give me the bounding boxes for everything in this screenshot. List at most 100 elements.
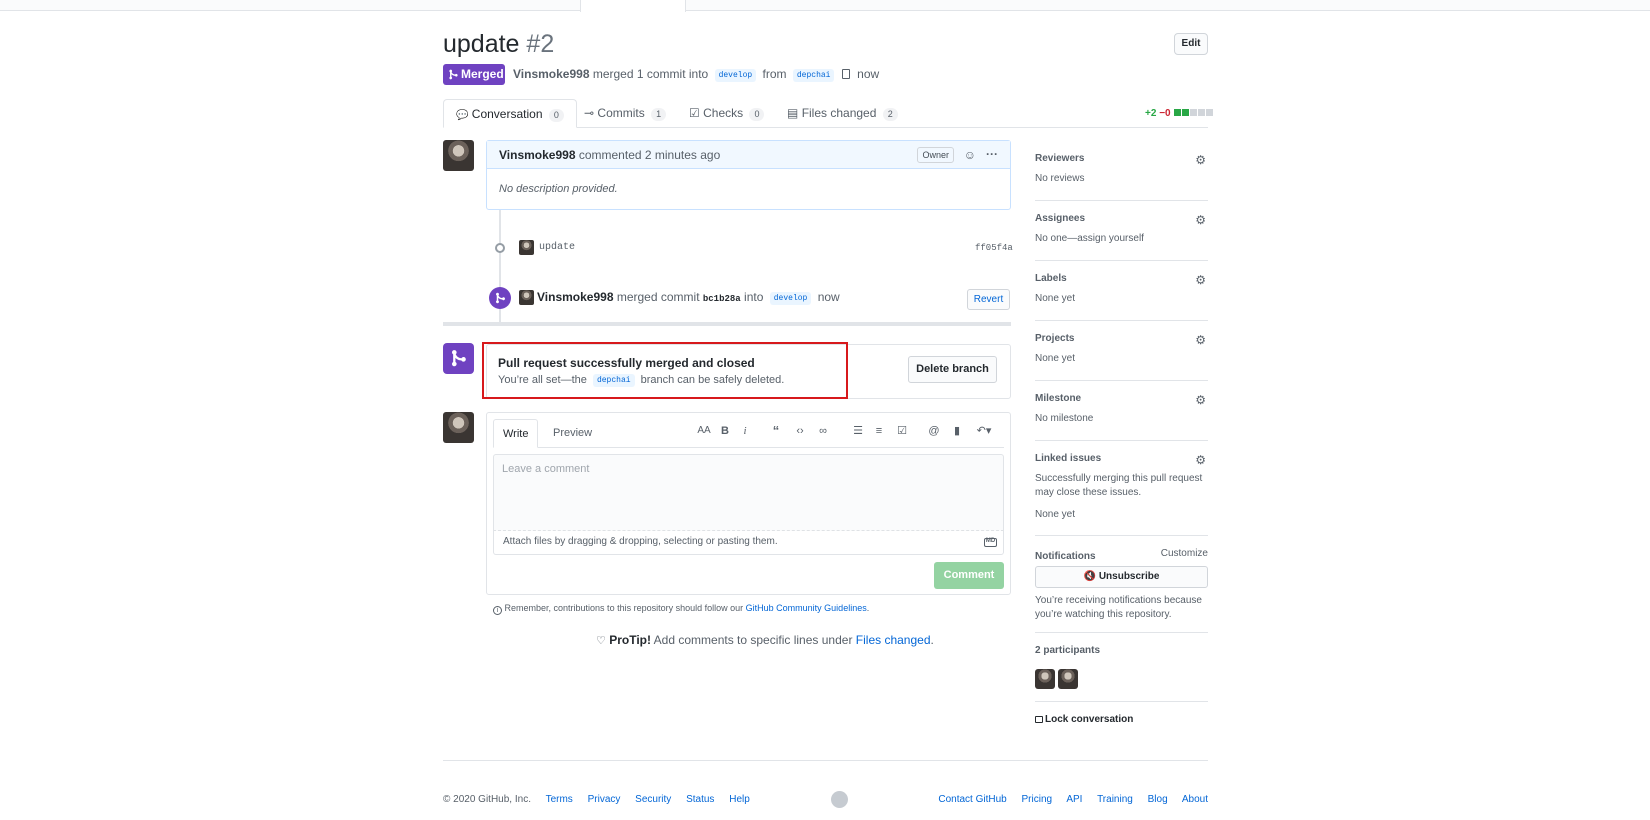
avatar[interactable] bbox=[519, 290, 534, 305]
merge-text: into bbox=[744, 290, 764, 304]
customize-link[interactable]: Customize bbox=[1161, 548, 1208, 559]
highlight-box bbox=[482, 342, 848, 399]
avatar[interactable] bbox=[519, 240, 534, 255]
sidebar-linked-issues[interactable]: Linked issues ⚙ Successfully merging thi… bbox=[1035, 453, 1208, 536]
tab-counter: 2 bbox=[882, 108, 898, 121]
sidebar-assignees[interactable]: Assignees ⚙ No one—assign yourself bbox=[1035, 213, 1208, 261]
footer-link-contact[interactable]: Contact GitHub bbox=[938, 794, 1006, 805]
footer-link-terms[interactable]: Terms bbox=[546, 794, 573, 805]
merge-text: merged commit bbox=[616, 290, 700, 304]
quote-icon[interactable]: “ bbox=[768, 424, 784, 438]
sidebar-value: No one—assign yourself bbox=[1035, 233, 1144, 244]
from-text: from bbox=[762, 67, 787, 81]
edit-button[interactable]: Edit bbox=[1174, 33, 1208, 55]
delete-branch-button[interactable]: Delete branch bbox=[908, 356, 997, 383]
link-icon[interactable]: ∞ bbox=[815, 424, 831, 438]
bookmark-icon[interactable]: ▮ bbox=[949, 424, 965, 438]
comment-author-link[interactable]: Vinsmoke998 bbox=[499, 148, 576, 162]
tab-conversation[interactable]: 💬 Conversation 0 bbox=[443, 99, 577, 128]
diff-block bbox=[1198, 109, 1206, 116]
repo-tab-pull-requests[interactable] bbox=[580, 0, 686, 12]
reply-icon[interactable]: ↶▾ bbox=[973, 424, 995, 438]
base-branch[interactable]: develop bbox=[714, 69, 757, 82]
tab-files-changed[interactable]: ▤ Files changed 2 bbox=[787, 99, 898, 128]
task-list-icon[interactable]: ☑ bbox=[894, 424, 910, 438]
code-icon[interactable]: ‹› bbox=[792, 424, 808, 438]
italic-icon[interactable]: i bbox=[737, 424, 753, 438]
gear-icon[interactable]: ⚙ bbox=[1195, 273, 1206, 287]
footer-link-security[interactable]: Security bbox=[635, 794, 671, 805]
bold-icon[interactable]: B bbox=[717, 424, 733, 438]
file-diff-icon: ▤ bbox=[787, 106, 799, 120]
sidebar-labels[interactable]: Labels ⚙ None yet bbox=[1035, 273, 1208, 321]
community-guidelines-link[interactable]: GitHub Community Guidelines bbox=[746, 603, 867, 613]
gear-icon[interactable]: ⚙ bbox=[1195, 213, 1206, 227]
merge-author-link[interactable]: Vinsmoke998 bbox=[537, 290, 614, 304]
footer-link-pricing[interactable]: Pricing bbox=[1022, 794, 1053, 805]
sidebar-reviewers[interactable]: Reviewers ⚙ No reviews bbox=[1035, 153, 1208, 201]
gear-icon[interactable]: ⚙ bbox=[1195, 453, 1206, 467]
head-branch[interactable]: depchai bbox=[792, 69, 835, 82]
pr-author-link[interactable]: Vinsmoke998 bbox=[513, 67, 590, 81]
protip: ♡ ProTip! Add comments to specific lines… bbox=[596, 633, 934, 647]
owner-badge: Owner bbox=[917, 147, 954, 163]
tab-commits[interactable]: ⊸ Commits 1 bbox=[584, 99, 667, 128]
mute-icon: 🔇 bbox=[1083, 571, 1097, 582]
more-options-icon[interactable]: ··· bbox=[986, 140, 998, 168]
comment-textarea[interactable]: Leave a comment bbox=[493, 454, 1004, 531]
commit-icon: ⊸ bbox=[584, 106, 595, 120]
attach-files-area[interactable]: Attach files by dragging & dropping, sel… bbox=[493, 531, 1004, 555]
gear-icon[interactable]: ⚙ bbox=[1195, 153, 1206, 167]
sidebar-desc: Successfully merging this pull request m… bbox=[1035, 473, 1203, 498]
revert-button[interactable]: Revert bbox=[967, 289, 1010, 310]
avatar[interactable] bbox=[443, 140, 474, 171]
footer-link-about[interactable]: About bbox=[1182, 794, 1208, 805]
comment-box: Vinsmoke998 commented 2 minutes ago Owne… bbox=[486, 140, 1011, 210]
footer-link-help[interactable]: Help bbox=[729, 794, 750, 805]
markdown-icon[interactable]: MD bbox=[984, 538, 997, 547]
commit-dot-icon bbox=[495, 243, 505, 253]
sidebar-projects[interactable]: Projects ⚙ None yet bbox=[1035, 333, 1208, 381]
avatar[interactable] bbox=[443, 412, 474, 443]
protip-end: . bbox=[930, 633, 934, 647]
diff-block bbox=[1190, 109, 1198, 116]
commit-sha[interactable]: ff05f4a bbox=[975, 243, 1013, 253]
protip-text: Add comments to specific lines under bbox=[653, 633, 853, 647]
merge-sha[interactable]: bc1b28a bbox=[703, 294, 741, 304]
sidebar-heading: Notifications bbox=[1035, 551, 1096, 562]
mention-icon[interactable]: @ bbox=[926, 424, 942, 438]
footer-link-api[interactable]: API bbox=[1066, 794, 1082, 805]
footer-link-blog[interactable]: Blog bbox=[1148, 794, 1168, 805]
lock-conversation-link[interactable]: Lock conversation bbox=[1035, 714, 1133, 725]
tab-checks[interactable]: ☑ Checks 0 bbox=[689, 99, 765, 128]
sidebar-participants: 2 participants bbox=[1035, 645, 1208, 702]
protip-label: ProTip! bbox=[609, 633, 651, 647]
files-changed-link[interactable]: Files changed bbox=[856, 633, 931, 647]
copy-icon[interactable] bbox=[841, 69, 850, 79]
tab-preview[interactable]: Preview bbox=[544, 419, 601, 448]
footer-link-privacy[interactable]: Privacy bbox=[588, 794, 621, 805]
sidebar-milestone[interactable]: Milestone ⚙ No milestone bbox=[1035, 393, 1208, 441]
comment-submit-button[interactable]: Comment bbox=[934, 562, 1004, 589]
header-text-icon[interactable]: AA bbox=[696, 424, 712, 438]
tab-write[interactable]: Write bbox=[493, 419, 539, 448]
github-logo-icon[interactable] bbox=[831, 791, 848, 808]
gear-icon[interactable]: ⚙ bbox=[1195, 393, 1206, 407]
commit-message[interactable]: update bbox=[539, 242, 575, 253]
gear-icon[interactable]: ⚙ bbox=[1195, 333, 1206, 347]
merge-status-icon bbox=[443, 343, 474, 374]
sidebar-notifications: Notifications Customize bbox=[1035, 548, 1208, 562]
pr-time: now bbox=[857, 67, 880, 81]
participant-avatar[interactable] bbox=[1035, 669, 1055, 689]
checks-icon: ☑ bbox=[689, 106, 700, 120]
emoji-reaction-icon[interactable]: ☺ bbox=[964, 141, 976, 169]
participant-avatar[interactable] bbox=[1058, 669, 1078, 689]
tab-label: Conversation bbox=[471, 107, 543, 121]
ordered-list-icon[interactable]: ≡ bbox=[871, 424, 887, 438]
footer-link-status[interactable]: Status bbox=[686, 794, 714, 805]
unordered-list-icon[interactable]: ☰ bbox=[850, 424, 866, 438]
footer-link-training[interactable]: Training bbox=[1097, 794, 1133, 805]
sidebar-notifications-desc: You’re receiving notifications because y… bbox=[1035, 594, 1208, 633]
base-branch[interactable]: develop bbox=[769, 292, 812, 305]
unsubscribe-button[interactable]: 🔇 Unsubscribe bbox=[1035, 566, 1208, 588]
